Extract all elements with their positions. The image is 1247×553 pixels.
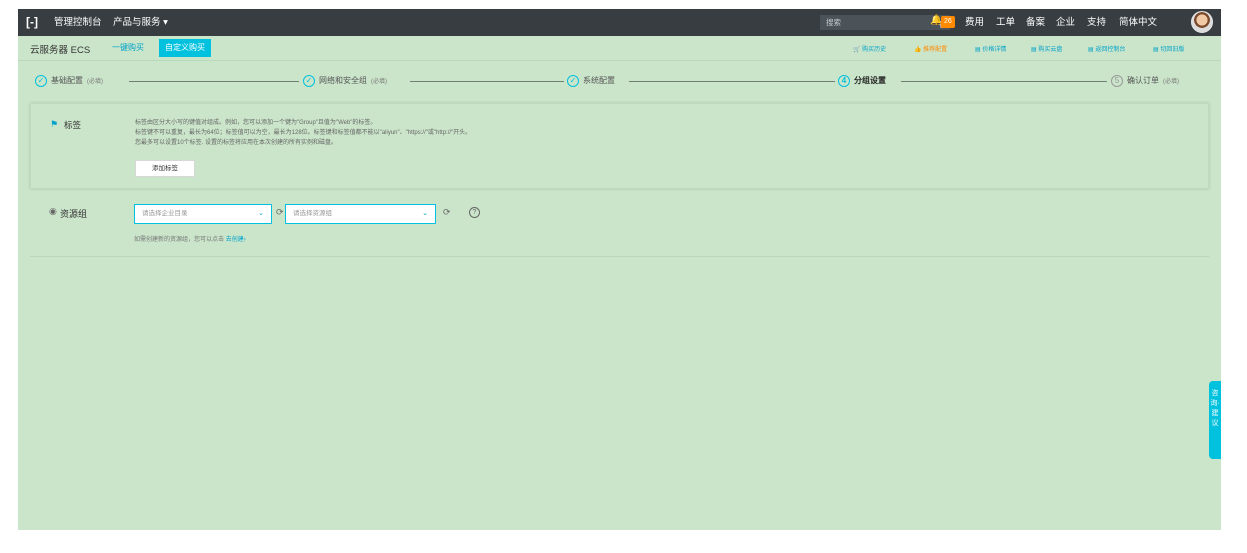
menu-fee[interactable]: 费用 <box>965 9 984 36</box>
back-console-label: 返回控制台 <box>1095 47 1126 53</box>
tag-desc-line: 标签由区分大小写的键值对组成。例如，您可以添加一个键为"Group"且值为"We… <box>135 120 377 126</box>
top-navbar: [-] 管理控制台 产品与服务 ▾ 搜索 ⚲ 🔔 26 费用 工单 备案 企业 … <box>18 9 1221 36</box>
tag-desc-line: 标签键不可以重复，最长为64位；标签值可以为空，最长为128位。标签键和标签值都… <box>135 130 472 136</box>
buy-disk-label: 购买云盘 <box>1038 47 1063 53</box>
check-icon: ✓ <box>567 74 579 87</box>
purchase-history-link[interactable]: 🛒 购买历史 <box>853 44 886 53</box>
language-switch[interactable]: 简体中文 <box>1119 9 1157 36</box>
notification-badge: 26 <box>941 16 955 28</box>
switch-old-label: 切回旧版 <box>1160 47 1185 53</box>
step-network-security[interactable]: ✓ 网络和安全组 (必填) <box>303 72 387 90</box>
switch-old-link[interactable]: ▤ 切回旧版 <box>1153 44 1184 53</box>
menu-ticket[interactable]: 工单 <box>996 9 1015 36</box>
menu-icp[interactable]: 备案 <box>1026 9 1045 36</box>
resource-group-label: 资源组 <box>60 209 88 219</box>
help-icon[interactable]: ? <box>469 207 480 218</box>
step-confirm-order[interactable]: 5 确认订单 (必填) <box>1111 72 1179 90</box>
group-placeholder: 请选择资源组 <box>293 210 332 217</box>
back-console-link[interactable]: ▤ 返回控制台 <box>1088 44 1125 53</box>
step-basic-config[interactable]: ✓ 基础配置 (必填) <box>35 72 103 90</box>
page-frame: [-] 管理控制台 产品与服务 ▾ 搜索 ⚲ 🔔 26 费用 工单 备案 企业 … <box>18 9 1221 530</box>
tag-description: 标签由区分大小写的键值对组成。例如，您可以添加一个键为"Group"且值为"We… <box>135 118 835 148</box>
check-icon: ✓ <box>303 74 315 87</box>
step-label: 基础配置 <box>51 76 83 85</box>
step-required: (必填) <box>1163 79 1179 85</box>
step-required: (必填) <box>87 79 103 85</box>
check-icon: ✓ <box>35 74 47 87</box>
buy-disk-link[interactable]: ▤ 购买云盘 <box>1031 44 1062 53</box>
tab-custom-buy[interactable]: 自定义购买 <box>159 39 211 57</box>
consult-suggest-button[interactable]: 咨询·建议 <box>1209 381 1221 459</box>
step-connector <box>410 81 564 82</box>
step-label: 系统配置 <box>583 76 615 85</box>
tag-label: 标签 <box>64 120 82 130</box>
resource-group-icon: ◉ <box>49 206 57 216</box>
recommend-config-link[interactable]: 👍 推荐配置 <box>914 44 947 53</box>
add-tag-button[interactable]: 添加标签 <box>135 160 195 177</box>
chevron-down-icon: ⌄ <box>422 210 428 217</box>
menu-enterprise[interactable]: 企业 <box>1056 9 1075 36</box>
step-label: 分组设置 <box>854 76 886 85</box>
products-menu[interactable]: 产品与服务 ▾ <box>113 9 168 36</box>
step-number-icon: 5 <box>1111 74 1123 87</box>
step-connector <box>629 81 835 82</box>
search-placeholder: 搜索 <box>826 18 841 27</box>
recommend-config-label: 推荐配置 <box>923 47 948 53</box>
step-group-settings[interactable]: 4 分组设置 <box>838 72 886 90</box>
create-resource-group-link[interactable]: 去创建› <box>226 237 246 243</box>
hint-text: 如需创建新的资源组，您可以点击 <box>134 237 225 243</box>
product-subheader: 云服务器 ECS 一键购买 自定义购买 🛒 购买历史 👍 推荐配置 ▤ 价格详情… <box>18 36 1221 61</box>
price-detail-label: 价格详情 <box>982 47 1007 53</box>
wizard-steps: ✓ 基础配置 (必填) ✓ 网络和安全组 (必填) ✓ 系统配置 4 分组设置 5 确认订单 (… <box>18 72 1221 90</box>
aliyun-logo-icon[interactable]: [-] <box>26 15 40 29</box>
product-title: 云服务器 ECS <box>30 45 91 56</box>
tab-quick-buy[interactable]: 一键购买 <box>112 42 144 53</box>
tag-desc-line: 您最多可以设置10个标签. 设置的标签将应用在本次创建的所有实例和磁盘。 <box>135 140 338 146</box>
menu-support[interactable]: 支持 <box>1087 9 1106 36</box>
step-label: 确认订单 <box>1127 76 1159 85</box>
tag-icon: ⚑ <box>50 119 59 129</box>
resource-group-hint: 如需创建新的资源组，您可以点击 去创建› <box>134 234 246 243</box>
step-label: 网络和安全组 <box>319 76 367 85</box>
step-number-icon: 4 <box>838 74 850 87</box>
step-connector <box>901 81 1107 82</box>
price-detail-link[interactable]: ▤ 价格详情 <box>975 44 1006 53</box>
console-link[interactable]: 管理控制台 <box>54 9 102 36</box>
refresh-icon[interactable]: ⟳ <box>276 207 284 218</box>
purchase-history-label: 购买历史 <box>862 47 887 53</box>
user-avatar[interactable] <box>1191 11 1213 33</box>
resource-group-section: ◉ 资源组 请选择企业目录 ⌄ ⟳ 请选择资源组 ⌄ ⟳ ? 如需创建新的资源组… <box>30 201 1209 257</box>
enterprise-placeholder: 请选择企业目录 <box>142 210 188 217</box>
chevron-down-icon: ⌄ <box>258 210 264 217</box>
resource-group-select[interactable]: 请选择资源组 ⌄ <box>285 204 436 224</box>
step-connector <box>129 81 299 82</box>
enterprise-directory-select[interactable]: 请选择企业目录 ⌄ <box>134 204 272 224</box>
step-system-config[interactable]: ✓ 系统配置 <box>567 72 615 90</box>
refresh-icon[interactable]: ⟳ <box>443 207 451 218</box>
step-required: (必填) <box>371 79 387 85</box>
tag-section: ⚑ 标签 标签由区分大小写的键值对组成。例如，您可以添加一个键为"Group"且… <box>30 103 1209 189</box>
